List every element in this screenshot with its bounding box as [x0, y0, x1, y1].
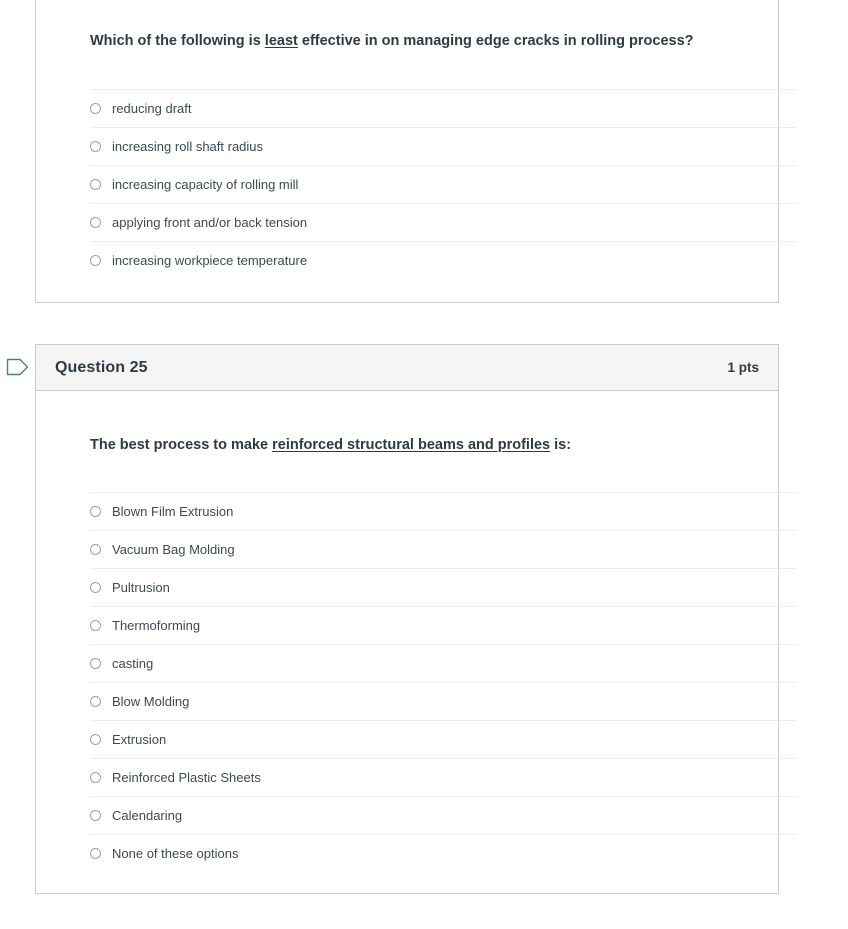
radio-button-icon[interactable]	[90, 141, 101, 152]
answer-option-label: increasing capacity of rolling mill	[112, 177, 299, 192]
answer-list-25: Blown Film Extrusion Vacuum Bag Molding …	[90, 492, 796, 872]
radio-button-icon[interactable]	[90, 734, 101, 745]
radio-button-icon[interactable]	[90, 506, 101, 517]
answer-option-label: Thermoforming	[112, 618, 201, 633]
radio-button-icon[interactable]	[90, 103, 101, 114]
answer-option-label: Vacuum Bag Molding	[112, 542, 235, 557]
flag-pointer-icon[interactable]	[6, 357, 30, 377]
answer-option[interactable]: Thermoforming	[90, 606, 796, 644]
question-prompt-25-prefix: The best process to make	[90, 437, 273, 453]
answer-option[interactable]: reducing draft	[90, 89, 796, 127]
radio-button-icon[interactable]	[90, 772, 101, 783]
question-points-badge: 1 pts	[727, 360, 759, 375]
answer-option[interactable]: applying front and/or back tension	[90, 203, 796, 241]
question-card-25: Question 25 1 pts The best process to ma…	[35, 344, 796, 894]
answer-option[interactable]: increasing workpiece temperature	[90, 241, 796, 279]
answer-option[interactable]: increasing capacity of rolling mill	[90, 165, 796, 203]
answer-option[interactable]: Blown Film Extrusion	[90, 492, 796, 530]
radio-button-icon[interactable]	[90, 582, 101, 593]
question-title: Question 25	[55, 358, 148, 376]
answer-option-label: Blown Film Extrusion	[112, 504, 234, 519]
question-prompt-24-suffix: effective in on managing edge cracks in …	[297, 33, 694, 49]
question-header-25: Question 25 1 pts	[36, 345, 778, 391]
radio-button-icon[interactable]	[90, 217, 101, 228]
radio-button-icon[interactable]	[90, 658, 101, 669]
answer-option-label: applying front and/or back tension	[112, 215, 308, 230]
answer-option[interactable]: Reinforced Plastic Sheets	[90, 758, 796, 796]
radio-button-icon[interactable]	[90, 179, 101, 190]
answer-option[interactable]: Extrusion	[90, 720, 796, 758]
answer-option-label: increasing roll shaft radius	[112, 139, 264, 154]
radio-button-icon[interactable]	[90, 810, 101, 821]
question-prompt-25-emphasis: reinforced structural beams and profiles	[272, 437, 551, 453]
radio-button-icon[interactable]	[90, 696, 101, 707]
answer-option-label: increasing workpiece temperature	[112, 253, 308, 268]
answer-option-label: Calendaring	[112, 808, 183, 823]
radio-button-icon[interactable]	[90, 255, 101, 266]
answer-option-label: None of these options	[112, 846, 239, 861]
answer-option-label: Reinforced Plastic Sheets	[112, 770, 261, 785]
answer-option-label: Blow Molding	[112, 694, 190, 709]
answer-option-label: Extrusion	[112, 732, 167, 747]
question-prompt-24: Which of the following is least effectiv…	[90, 31, 780, 52]
answer-list-24: reducing draft increasing roll shaft rad…	[90, 89, 796, 279]
question-prompt-24-prefix: Which of the following is	[90, 33, 265, 49]
answer-option[interactable]: Vacuum Bag Molding	[90, 530, 796, 568]
question-prompt-24-emphasis: least	[264, 33, 298, 49]
radio-button-icon[interactable]	[90, 544, 101, 555]
answer-option-label: Pultrusion	[112, 580, 170, 595]
radio-button-icon[interactable]	[90, 848, 101, 859]
answer-option[interactable]: Pultrusion	[90, 568, 796, 606]
answer-option-label: casting	[112, 656, 154, 671]
radio-button-icon[interactable]	[90, 620, 101, 631]
question-prompt-25-suffix: is:	[550, 437, 572, 453]
question-card-24: Which of the following is least effectiv…	[35, 0, 796, 303]
question-prompt-25: The best process to make reinforced stru…	[90, 435, 780, 456]
answer-option[interactable]: Calendaring	[90, 796, 796, 834]
answer-option[interactable]: Blow Molding	[90, 682, 796, 720]
answer-option[interactable]: None of these options	[90, 834, 796, 872]
answer-option[interactable]: casting	[90, 644, 796, 682]
answer-option[interactable]: increasing roll shaft radius	[90, 127, 796, 165]
answer-option-label: reducing draft	[112, 101, 192, 116]
